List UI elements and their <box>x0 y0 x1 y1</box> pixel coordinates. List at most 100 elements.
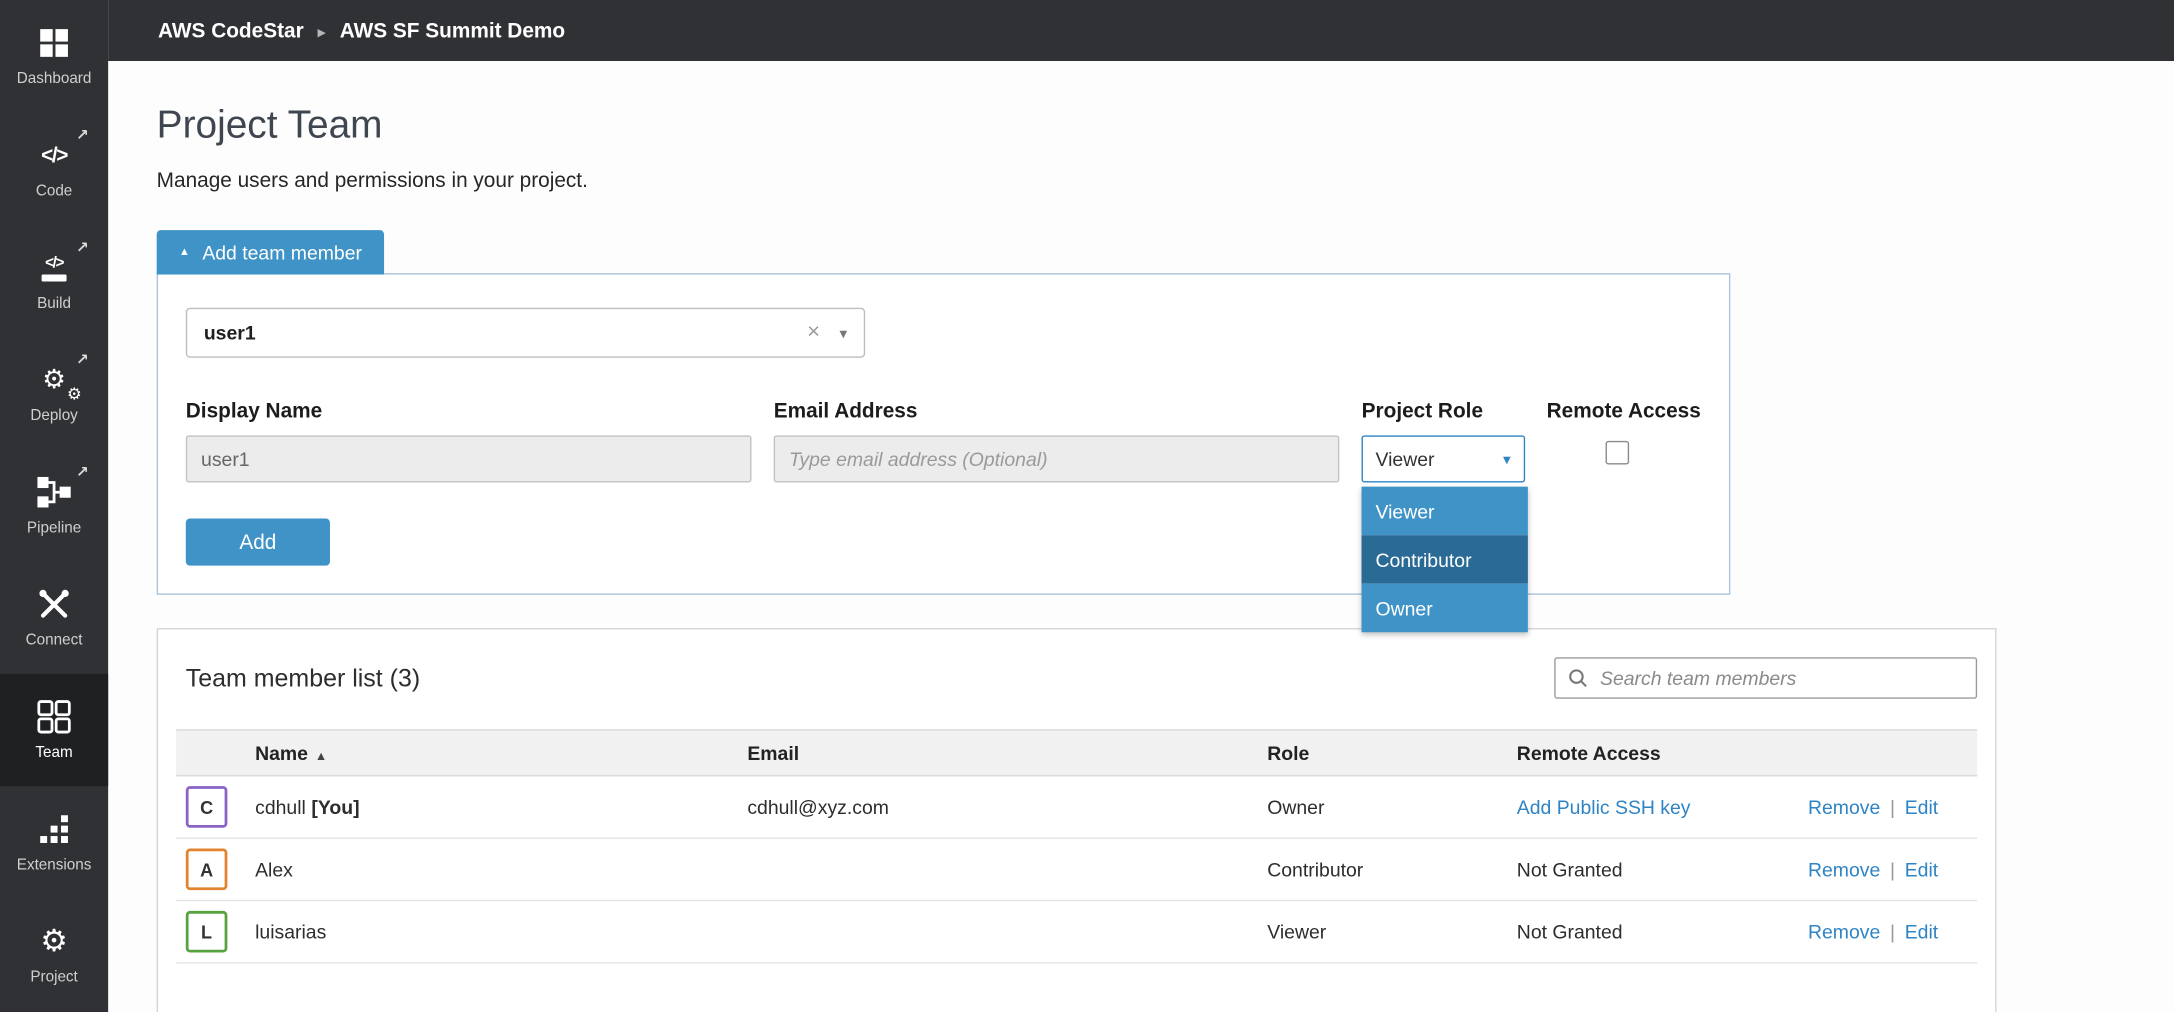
search-input[interactable] <box>1597 666 1963 691</box>
remote-access-status: Not Granted <box>1514 858 1805 880</box>
remove-link[interactable]: Remove <box>1808 858 1880 880</box>
sidebar: Dashboard </> ↗ Code </> ↗ Build ⚙ ⚙ <box>0 0 108 1012</box>
member-name-cell: cdhull[You] <box>252 796 744 818</box>
sidebar-item-code[interactable]: </> ↗ Code <box>0 112 108 224</box>
add-team-member-tab-label: Add team member <box>202 241 362 263</box>
sidebar-item-project[interactable]: ⚙ Project <box>0 898 108 1010</box>
you-badge: [You] <box>311 796 359 818</box>
sidebar-item-pipeline[interactable]: ↗ Pipeline <box>0 449 108 561</box>
breadcrumb-app[interactable]: AWS CodeStar <box>158 19 304 43</box>
add-button[interactable]: Add <box>186 519 330 566</box>
remote-access-status: Not Granted <box>1514 921 1805 943</box>
chevron-down-icon: ▾ <box>1503 450 1511 468</box>
member-name-cell: Alex <box>252 858 744 880</box>
add-team-member-panel: user1 × ▾ Display Name Email Address Pro… <box>157 273 1731 595</box>
collapse-caret-icon: ▲ <box>179 247 190 258</box>
sidebar-item-connect[interactable]: Connect <box>0 562 108 674</box>
remote-access-checkbox[interactable] <box>1605 441 1629 465</box>
member-role-cell: Contributor <box>1264 858 1514 880</box>
table-header-row: Name▲ Email Role Remote Access <box>176 729 1977 776</box>
clear-icon[interactable]: × <box>807 320 820 345</box>
table-row: A Alex Contributor Not Granted Remove|Ed… <box>176 839 1977 901</box>
page-subtitle: Manage users and permissions in your pro… <box>157 169 2174 193</box>
remove-link[interactable]: Remove <box>1808 921 1880 943</box>
role-option-owner[interactable]: Owner <box>1362 584 1528 633</box>
email-column-header: Email <box>745 742 1265 764</box>
external-link-icon: ↗ <box>76 354 89 369</box>
project-role-label: Project Role <box>1362 399 1525 423</box>
code-icon: </> ↗ <box>36 137 72 173</box>
sidebar-item-deploy[interactable]: ⚙ ⚙ ↗ Deploy <box>0 337 108 449</box>
search-team-members-box <box>1554 657 1977 699</box>
chevron-down-icon: ▾ <box>839 324 847 342</box>
pipeline-icon: ↗ <box>36 474 72 510</box>
team-list-title: Team member list (3) <box>186 663 420 692</box>
build-icon: </> ↗ <box>36 250 72 286</box>
role-option-viewer[interactable]: Viewer <box>1362 487 1528 536</box>
sidebar-item-build[interactable]: </> ↗ Build <box>0 225 108 337</box>
add-ssh-key-link[interactable]: Add Public SSH key <box>1517 796 1691 818</box>
avatar: C <box>186 786 228 828</box>
team-member-table: Name▲ Email Role Remote Access C cdhull[… <box>176 729 1977 963</box>
role-column-header: Role <box>1264 742 1514 764</box>
remove-link[interactable]: Remove <box>1808 796 1880 818</box>
user-select-combobox[interactable]: user1 × ▾ <box>186 308 865 358</box>
dashboard-icon <box>36 25 72 61</box>
row-actions: Remove|Edit <box>1805 921 1977 943</box>
topbar-breadcrumb: AWS CodeStar ▸ AWS SF Summit Demo <box>108 0 2174 61</box>
edit-link[interactable]: Edit <box>1905 858 1938 880</box>
sidebar-item-label: Dashboard <box>17 71 92 88</box>
sidebar-item-extensions[interactable]: Extensions <box>0 786 108 898</box>
tools-icon <box>36 586 72 622</box>
external-link-icon: ↗ <box>76 129 89 144</box>
project-role-dropdown: Viewer Contributor Owner <box>1362 487 1528 633</box>
page-title: Project Team <box>157 103 2174 147</box>
member-email-cell: cdhull@xyz.com <box>745 796 1265 818</box>
external-link-icon: ↗ <box>76 241 89 256</box>
display-name-field <box>186 435 752 482</box>
member-name-cell: luisarias <box>252 921 744 943</box>
sidebar-item-label: Team <box>35 745 72 762</box>
breadcrumb-project[interactable]: AWS SF Summit Demo <box>340 19 565 43</box>
user-select-value: user1 <box>204 322 807 344</box>
search-icon <box>1568 668 1587 687</box>
role-option-contributor[interactable]: Contributor <box>1362 535 1528 584</box>
team-icon <box>36 699 72 735</box>
table-row: L luisarias Viewer Not Granted Remove|Ed… <box>176 901 1977 963</box>
gear-icon: ⚙ <box>36 923 72 959</box>
project-role-select[interactable]: Viewer ▾ <box>1362 435 1525 482</box>
sidebar-item-label: Build <box>37 295 71 312</box>
sidebar-item-label: Project <box>30 969 77 986</box>
sidebar-item-dashboard[interactable]: Dashboard <box>0 0 108 112</box>
edit-link[interactable]: Edit <box>1905 796 1938 818</box>
sidebar-item-label: Connect <box>26 632 83 649</box>
avatar: L <box>186 911 228 953</box>
avatar: A <box>186 849 228 891</box>
remote-access-column-header: Remote Access <box>1514 742 1805 764</box>
project-role-value: Viewer <box>1376 448 1435 470</box>
row-actions: Remove|Edit <box>1805 858 1977 880</box>
sidebar-item-label: Deploy <box>30 408 77 425</box>
main-content: Project Team Manage users and permission… <box>108 61 2174 1012</box>
name-column-header[interactable]: Name▲ <box>252 742 744 764</box>
member-role-cell: Viewer <box>1264 921 1514 943</box>
email-address-label: Email Address <box>774 399 1340 423</box>
sidebar-item-label: Pipeline <box>27 520 81 537</box>
sidebar-item-label: Code <box>36 183 72 200</box>
sidebar-item-label: Extensions <box>17 857 92 874</box>
sidebar-item-team[interactable]: Team <box>0 674 108 786</box>
deploy-icon: ⚙ ⚙ ↗ <box>36 362 72 398</box>
app-window: Dashboard </> ↗ Code </> ↗ Build ⚙ ⚙ <box>0 0 2174 1012</box>
add-team-member-tab[interactable]: ▲ Add team member <box>157 230 385 274</box>
sort-asc-icon: ▲ <box>315 749 327 763</box>
breadcrumb-arrow-icon: ▸ <box>318 20 326 41</box>
team-member-list-card: Team member list (3) Name▲ Email Role <box>157 628 1997 1012</box>
remote-access-label: Remote Access <box>1547 399 1702 423</box>
row-actions: Remove|Edit <box>1805 796 1977 818</box>
edit-link[interactable]: Edit <box>1905 921 1938 943</box>
extensions-icon <box>36 811 72 847</box>
display-name-label: Display Name <box>186 399 752 423</box>
table-row: C cdhull[You] cdhull@xyz.com Owner Add P… <box>176 776 1977 838</box>
external-link-icon: ↗ <box>76 466 89 481</box>
email-address-field[interactable] <box>774 435 1340 482</box>
